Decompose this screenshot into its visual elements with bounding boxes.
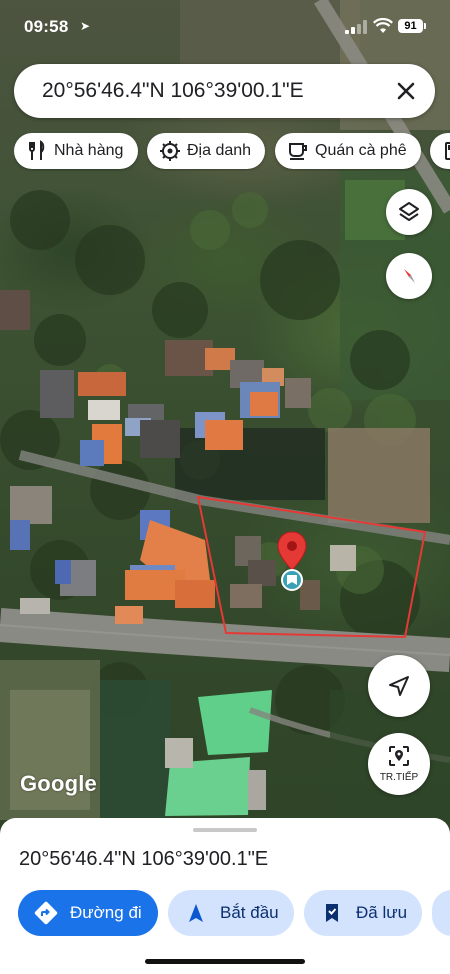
chip-restaurants[interactable]: Nhà hàng: [14, 133, 138, 169]
layers-button[interactable]: [386, 189, 432, 235]
live-view-icon: [389, 746, 409, 766]
start-label: Bắt đầu: [220, 903, 279, 922]
live-view-button[interactable]: TR.TIẾP: [368, 733, 430, 795]
chip-label: Nhà hàng: [54, 142, 124, 159]
search-bar[interactable]: 20°56'46.4"N 106°39'00.1"E: [14, 64, 435, 118]
restaurant-icon: [29, 140, 45, 160]
saved-label: Đã lưu: [356, 903, 408, 922]
navigation-arrow-icon: [189, 904, 203, 922]
my-location-button[interactable]: [368, 655, 430, 717]
layers-icon: [399, 202, 419, 221]
directions-icon: [34, 901, 58, 925]
location-pin-icon[interactable]: [275, 530, 309, 594]
bottom-sheet[interactable]: 20°56'46.4"N 106°39'00.1"E Đường đi Bắt …: [0, 818, 450, 974]
bookmark-check-icon: [326, 904, 338, 922]
landmark-icon: [160, 141, 180, 161]
wifi-icon: [373, 18, 393, 33]
status-time: 09:58: [24, 17, 69, 36]
home-indicator: [145, 959, 305, 964]
chip-label: Địa danh: [187, 142, 252, 159]
location-arrow-icon: ➤: [80, 19, 91, 33]
gas-station-icon: [445, 142, 450, 160]
saved-button[interactable]: Đã lưu: [304, 890, 422, 936]
category-chips: Nhà hàng Địa danh Quán cà phê: [14, 133, 450, 171]
live-view-label: TR.TIẾP: [379, 772, 419, 783]
chip-coffee[interactable]: Quán cà phê: [275, 133, 421, 169]
my-location-icon: [389, 676, 409, 696]
close-icon[interactable]: [395, 80, 417, 102]
battery-indicator: 91: [398, 19, 426, 33]
chip-landmarks[interactable]: Địa danh: [147, 133, 265, 169]
compass-icon: [404, 269, 415, 283]
directions-label: Đường đi: [70, 903, 142, 922]
chip-gas[interactable]: [430, 133, 450, 169]
coffee-icon: [289, 143, 307, 160]
place-coordinates: 20°56'46.4"N 106°39'00.1"E: [19, 848, 269, 870]
google-logo: Google: [20, 771, 97, 796]
start-button[interactable]: Bắt đầu: [168, 890, 294, 936]
cellular-signal-icon: [345, 20, 367, 34]
directions-button[interactable]: Đường đi: [18, 890, 158, 936]
status-bar: 09:58 ➤ 91: [0, 0, 450, 56]
chip-label: Quán cà phê: [315, 142, 407, 159]
more-actions-button[interactable]: [432, 890, 450, 936]
drag-handle[interactable]: [193, 828, 257, 832]
search-query[interactable]: 20°56'46.4"N 106°39'00.1"E: [42, 79, 304, 103]
compass-button[interactable]: [386, 253, 432, 299]
